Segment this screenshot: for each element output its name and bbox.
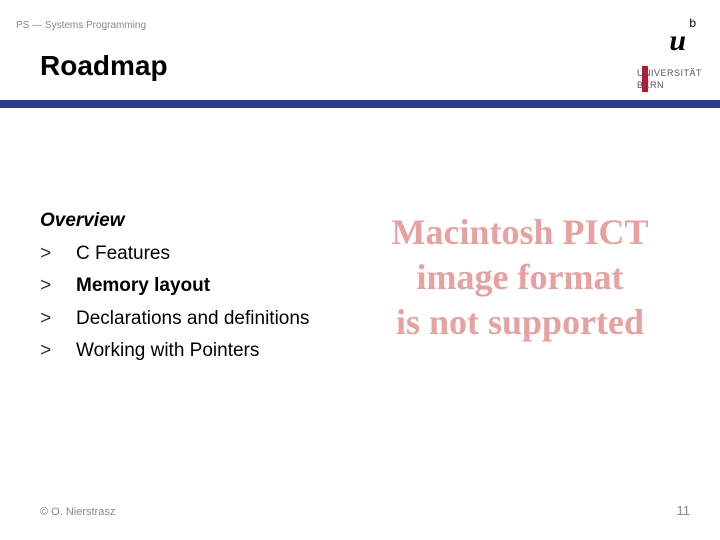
item-text: Memory layout bbox=[76, 275, 210, 296]
item-text: C Features bbox=[76, 243, 170, 264]
content-area: Overview > C Features > Memory layout > Dec… bbox=[40, 210, 680, 367]
item-text: Working with Pointers bbox=[76, 340, 259, 361]
slide: PS — Systems Programming Roadmap b u UNI… bbox=[0, 0, 720, 540]
logo-line1: UNIVERSITÄT bbox=[637, 68, 702, 80]
overview-heading: Overview bbox=[40, 210, 680, 232]
bullet-marker: > bbox=[40, 336, 58, 367]
item-text: Declarations and definitions bbox=[76, 308, 309, 329]
logo-superscript-b: b bbox=[689, 16, 696, 30]
logo-text: UNIVERSITÄT BERN bbox=[637, 68, 702, 91]
list-item: > Memory layout bbox=[40, 270, 680, 302]
logo-line2: BERN bbox=[637, 80, 702, 92]
university-logo: b u UNIVERSITÄT BERN bbox=[610, 10, 720, 100]
footer-copyright: © O. Nierstrasz bbox=[40, 506, 115, 518]
bullet-marker: > bbox=[40, 304, 58, 335]
divider-bar bbox=[0, 100, 720, 108]
list-item: > C Features bbox=[40, 238, 680, 270]
slide-title: Roadmap bbox=[40, 50, 168, 82]
list-item: > Working with Pointers bbox=[40, 335, 680, 367]
header-strip: PS — Systems Programming bbox=[16, 20, 146, 31]
logo-letter-u: u bbox=[669, 24, 686, 58]
page-number: 11 bbox=[677, 503, 691, 518]
bullet-marker: > bbox=[40, 239, 58, 270]
bullet-marker: > bbox=[40, 271, 58, 302]
list-item: > Declarations and definitions bbox=[40, 303, 680, 335]
